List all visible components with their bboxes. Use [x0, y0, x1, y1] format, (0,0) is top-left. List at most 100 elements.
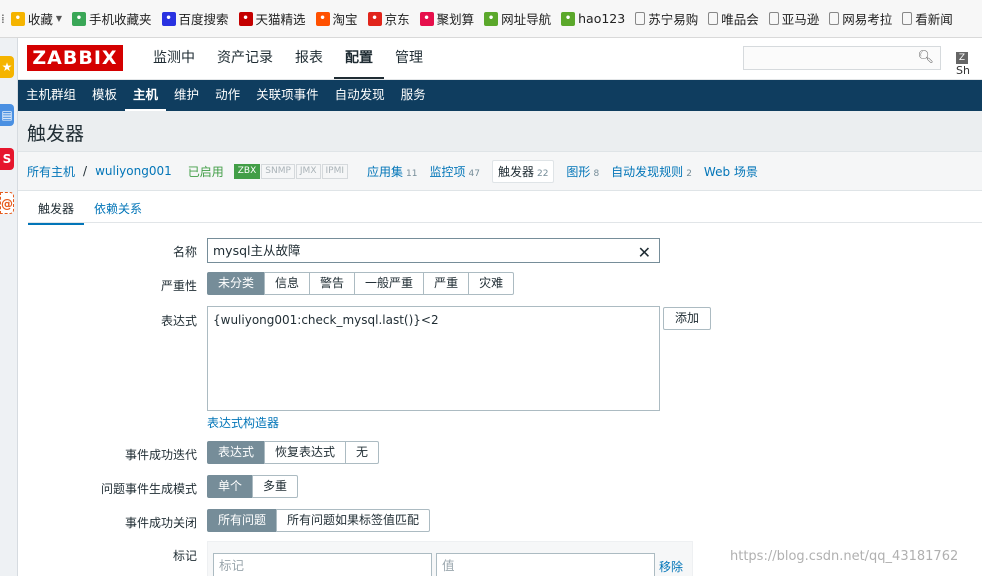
- severity-option[interactable]: 警告: [309, 272, 356, 295]
- expression-textarea[interactable]: {wuliyong001:check_mysql.last()}<2: [207, 306, 660, 411]
- menu-item[interactable]: 监测中: [142, 38, 206, 79]
- tab-trigger[interactable]: 触发器: [28, 196, 85, 225]
- page-icon: [902, 12, 913, 25]
- bookmark-item[interactable]: 亚马逊: [768, 9, 819, 28]
- host-nav-label: 应用集: [367, 164, 404, 179]
- menu-item[interactable]: 报表: [284, 38, 334, 79]
- email-icon[interactable]: @: [0, 192, 14, 214]
- star-icon: •: [10, 11, 25, 26]
- submenu-item[interactable]: 服务: [393, 80, 434, 111]
- ok-close-label: 事件成功关闭: [124, 516, 197, 530]
- problem-mode-option[interactable]: 单个: [207, 475, 254, 498]
- severity-option[interactable]: 信息: [264, 272, 311, 295]
- bookmark-item[interactable]: 看新闻: [902, 9, 953, 28]
- availability-badge: JMX: [295, 163, 321, 179]
- submenu-item[interactable]: 关联项事件: [248, 80, 327, 111]
- severity-option[interactable]: 严重: [423, 272, 470, 295]
- page-icon: [635, 12, 646, 25]
- hao123-icon: •: [561, 11, 576, 26]
- tags-label: 标记: [172, 549, 197, 563]
- severity-label: 严重性: [160, 279, 197, 293]
- ok-close-option[interactable]: 所有问题如果标签值匹配: [276, 509, 431, 532]
- bookmark-item[interactable]: • hao123: [561, 9, 625, 28]
- severity-option[interactable]: 未分类: [207, 272, 266, 295]
- bookmark-item[interactable]: 网易考拉: [829, 9, 892, 28]
- host-nav-link[interactable]: 应用集 11: [367, 163, 417, 180]
- share-button[interactable]: ZSh: [956, 50, 982, 77]
- add-expression-button[interactable]: 添加: [663, 307, 711, 330]
- bookmark-item[interactable]: • 聚划算: [419, 9, 475, 28]
- ok-event-option[interactable]: 表达式: [207, 441, 266, 464]
- search-input[interactable]: 🔍︎: [743, 46, 941, 70]
- bookmark-item[interactable]: • 网址导航: [484, 9, 551, 28]
- host-nav-count: 11: [406, 168, 418, 179]
- bookmark-item[interactable]: • 淘宝: [315, 9, 358, 28]
- search-icon[interactable]: 🔍︎: [917, 50, 934, 65]
- menu-item[interactable]: 资产记录: [206, 38, 284, 79]
- host-nav-link[interactable]: 自动发现规则 2: [611, 163, 692, 180]
- phone-icon: •: [72, 11, 86, 26]
- host-nav-label: 自动发现规则: [611, 164, 684, 179]
- ok-event-option[interactable]: 无: [345, 441, 380, 464]
- clear-icon[interactable]: ✕: [638, 241, 651, 264]
- availability-badge: SNMP: [261, 163, 295, 179]
- submenu-item[interactable]: 模板: [84, 80, 125, 111]
- host-link[interactable]: wuliyong001: [95, 164, 172, 178]
- host-status-link[interactable]: 已启用: [188, 163, 224, 180]
- bookmark-item[interactable]: • 收藏 ▼: [10, 9, 62, 28]
- bookmark-label: 聚划算: [436, 12, 475, 27]
- bookmark-item[interactable]: • 手机收藏夹: [72, 9, 152, 28]
- ok-close-option[interactable]: 所有问题: [207, 509, 278, 532]
- form-tabs: 触发器 依赖关系: [28, 196, 152, 225]
- expression-builder-link[interactable]: 表达式构造器: [207, 414, 279, 431]
- ok-event-selector: 表达式 恢复表达式无: [207, 441, 380, 464]
- tag-value-input[interactable]: 值: [436, 553, 655, 576]
- severity-selector: 未分类 信息 警告 一般严重 严重 灾难: [207, 272, 515, 295]
- submenu-item[interactable]: 主机群组: [18, 80, 84, 111]
- host-navigation: 所有主机 / wuliyong001 已启用 ZBX SNMP JMX IPMI 应用…: [18, 151, 982, 191]
- host-nav-link[interactable]: Web 场景: [704, 163, 758, 180]
- host-nav-label: 触发器: [497, 164, 534, 179]
- tag-name-input[interactable]: 标记: [213, 553, 432, 576]
- bookmarks-edge-icon: ⁞: [1, 11, 5, 26]
- watermark: https://blog.csdn.net/qq_43181762: [730, 549, 959, 564]
- submenu-item[interactable]: 动作: [207, 80, 248, 111]
- tab-dependencies[interactable]: 依赖关系: [84, 196, 152, 225]
- submenu-item[interactable]: 自动发现: [327, 80, 393, 111]
- availability-badge: IPMI: [321, 163, 349, 179]
- availability-badge: ZBX: [233, 163, 261, 179]
- severity-option[interactable]: 一般严重: [354, 272, 425, 295]
- bookmark-item[interactable]: • 天猫精选: [238, 9, 306, 28]
- host-nav-link[interactable]: 触发器 22: [491, 159, 555, 183]
- bookmark-item[interactable]: 苏宁易购: [635, 9, 698, 28]
- menu-item[interactable]: 管理: [384, 38, 434, 79]
- ok-event-option[interactable]: 恢复表达式: [264, 441, 347, 464]
- bookmark-item[interactable]: • 京东: [367, 9, 410, 28]
- main-menu: 监测中 资产记录 报表 配置 管理: [142, 38, 434, 79]
- submenu-item[interactable]: 维护: [166, 80, 207, 111]
- chevron-down-icon[interactable]: ▼: [56, 14, 62, 23]
- host-nav-link[interactable]: 图形 8: [566, 163, 599, 180]
- name-field[interactable]: mysql主从故障 ✕: [207, 238, 660, 263]
- notes-icon[interactable]: ▤: [0, 104, 14, 126]
- zabbix-header: ZABBIX 监测中 资产记录 报表 配置 管理 🔍︎ ZSh: [18, 38, 982, 80]
- hao-icon: •: [484, 11, 499, 26]
- menu-item[interactable]: 配置: [334, 38, 384, 79]
- favorites-star-icon[interactable]: ★: [0, 56, 14, 78]
- bookmark-item[interactable]: 唯品会: [708, 9, 759, 28]
- host-nav-count: 22: [536, 168, 549, 179]
- bookmark-label: 手机收藏夹: [89, 12, 152, 27]
- host-nav-count: 8: [593, 168, 600, 179]
- submenu-item[interactable]: 主机: [125, 80, 167, 111]
- all-hosts-link[interactable]: 所有主机: [27, 163, 75, 180]
- bookmark-label: 看新闻: [915, 12, 953, 27]
- problem-mode-label: 问题事件生成模式: [100, 482, 197, 496]
- remove-tag-link[interactable]: 移除: [659, 558, 683, 575]
- zabbix-logo[interactable]: ZABBIX: [27, 45, 123, 71]
- bookmark-item[interactable]: • 百度搜索: [161, 9, 229, 28]
- breadcrumb-separator: /: [83, 164, 88, 178]
- weibo-icon[interactable]: S: [0, 148, 14, 170]
- severity-option[interactable]: 灾难: [468, 272, 515, 295]
- host-nav-link[interactable]: 监控项 47: [429, 163, 479, 180]
- problem-mode-option[interactable]: 多重: [252, 475, 299, 498]
